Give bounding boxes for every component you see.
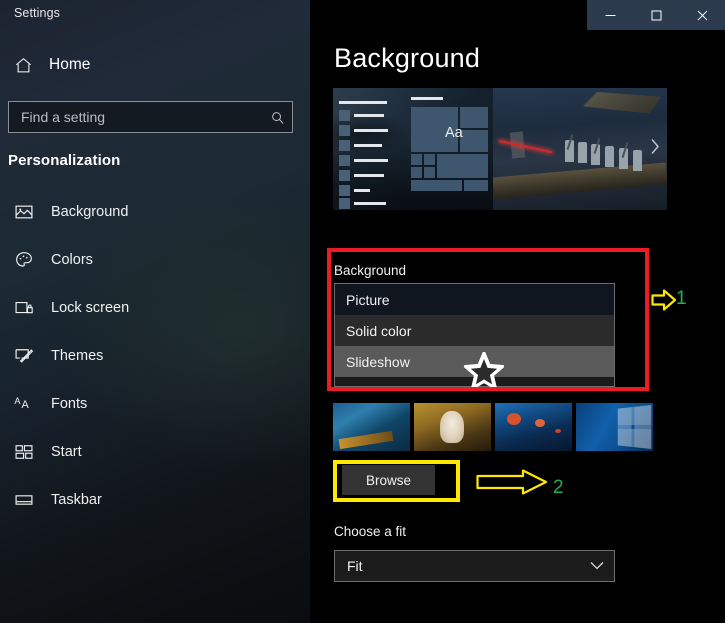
sidebar-nav: Background Colors Lock screen Themes A A… xyxy=(0,188,310,524)
sidebar-item-lock-screen[interactable]: Lock screen xyxy=(0,284,310,332)
choose-a-fit-dropdown[interactable]: Fit xyxy=(334,550,615,582)
sidebar-item-label: Background xyxy=(51,204,129,220)
sidebar-item-label: Fonts xyxy=(51,396,88,412)
taskbar-icon xyxy=(14,490,34,510)
sidebar-item-label: Taskbar xyxy=(51,492,102,508)
thumb-windows-logo[interactable] xyxy=(576,403,653,451)
start-tiles-icon xyxy=(14,442,34,462)
preview-start-menu-mock: Aa xyxy=(333,88,493,210)
theme-brush-icon xyxy=(14,346,34,366)
sidebar-item-home[interactable]: Home xyxy=(8,48,298,82)
dropdown-option-picture[interactable]: Picture xyxy=(335,284,614,315)
home-label: Home xyxy=(49,56,91,73)
search-icon[interactable] xyxy=(262,110,292,125)
sidebar-item-background[interactable]: Background xyxy=(0,188,310,236)
page-section-title: Personalization xyxy=(8,152,121,169)
choose-a-fit-label: Choose a fit xyxy=(334,524,407,539)
thumb-water-boat[interactable] xyxy=(333,403,410,451)
annotation-number-1: 1 xyxy=(676,288,687,309)
thumb-white-dog[interactable] xyxy=(414,403,491,451)
sidebar-item-label: Themes xyxy=(51,348,104,364)
svg-text:A: A xyxy=(14,396,21,406)
window-title: Settings xyxy=(14,6,60,20)
annotation-arrow-1 xyxy=(651,289,677,311)
maximize-button[interactable] xyxy=(633,0,679,30)
page-title: Background xyxy=(334,43,481,73)
preview-tile-text: Aa xyxy=(445,125,463,141)
search-input[interactable] xyxy=(9,102,262,132)
annotation-number-2: 2 xyxy=(553,477,564,498)
picture-icon xyxy=(14,202,34,222)
dropdown-option-label: Picture xyxy=(346,291,390,308)
sidebar-item-colors[interactable]: Colors xyxy=(0,236,310,284)
sidebar-item-taskbar[interactable]: Taskbar xyxy=(0,476,310,524)
annotation-arrow-2 xyxy=(476,469,548,495)
background-preview: Aa xyxy=(333,88,667,210)
thumb-underwater-coral[interactable] xyxy=(495,403,572,451)
recent-images-list xyxy=(333,403,653,451)
star-cursor-icon xyxy=(463,351,505,397)
sidebar-item-themes[interactable]: Themes xyxy=(0,332,310,380)
svg-text:A: A xyxy=(22,399,30,411)
dropdown-option-label: Slideshow xyxy=(346,353,410,370)
sidebar-item-start[interactable]: Start xyxy=(0,428,310,476)
sidebar: Settings Home Personalization xyxy=(0,0,310,623)
chevron-right-icon[interactable] xyxy=(649,138,661,161)
chevron-down-icon[interactable] xyxy=(590,557,604,575)
sidebar-item-label: Lock screen xyxy=(51,300,130,316)
choose-a-fit-value: Fit xyxy=(347,558,363,574)
minimize-button[interactable] xyxy=(587,0,633,30)
palette-icon xyxy=(14,250,34,270)
window-controls xyxy=(587,0,725,30)
browse-button[interactable]: Browse xyxy=(342,465,435,495)
dropdown-option-label: Solid color xyxy=(346,322,412,339)
fonts-aa-icon: A A xyxy=(14,394,34,414)
preview-ship-shape xyxy=(583,92,661,114)
background-field-label: Background xyxy=(334,263,407,278)
settings-window: Settings Home Personalization xyxy=(0,0,725,623)
search-box[interactable] xyxy=(8,101,293,133)
lock-screen-icon xyxy=(14,298,34,318)
home-icon xyxy=(14,56,33,75)
sidebar-item-label: Colors xyxy=(51,252,93,268)
dropdown-option-solid-color[interactable]: Solid color xyxy=(335,315,614,346)
sidebar-item-label: Start xyxy=(51,444,82,460)
sidebar-item-fonts[interactable]: A A Fonts xyxy=(0,380,310,428)
preview-wallpaper-image xyxy=(493,88,667,210)
background-type-dropdown[interactable]: Picture Solid color Slideshow xyxy=(334,283,615,390)
close-button[interactable] xyxy=(679,0,725,30)
